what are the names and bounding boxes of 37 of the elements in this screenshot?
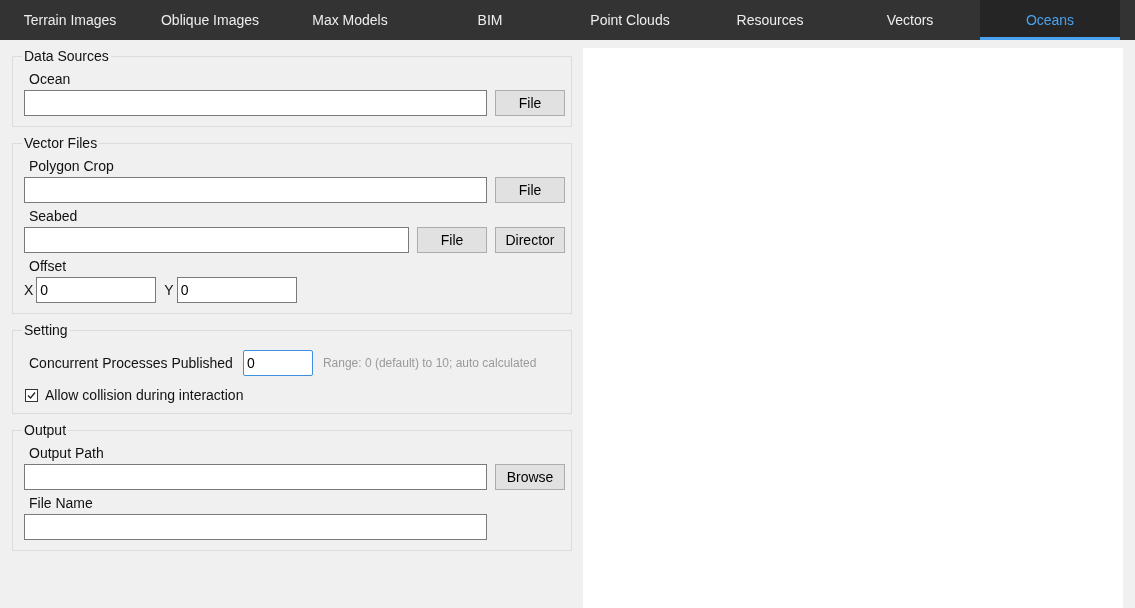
group-title: Setting <box>23 322 69 338</box>
axis-label: X <box>24 282 34 298</box>
field-label: Concurrent Processes Published <box>29 355 233 371</box>
tab[interactable]: Oceans <box>980 0 1120 40</box>
tab[interactable]: BIM <box>420 0 560 40</box>
input-field[interactable] <box>24 514 487 540</box>
field-label: Ocean <box>28 70 72 89</box>
tab[interactable]: Point Clouds <box>560 0 700 40</box>
tab[interactable]: Max Models <box>280 0 420 40</box>
axis-label: Y <box>164 282 174 298</box>
input-field[interactable] <box>24 227 409 253</box>
field-label: Polygon Crop <box>28 157 115 176</box>
tab[interactable]: Vectors <box>840 0 980 40</box>
input-field[interactable] <box>24 90 487 116</box>
hint-text: Range: 0 (default) to 10; auto calculated <box>322 356 537 370</box>
group-title: Output <box>23 422 68 438</box>
file-button[interactable]: Browse <box>495 464 565 490</box>
tab[interactable]: Oblique Images <box>140 0 280 40</box>
file-button[interactable]: Director <box>495 227 565 253</box>
group-title: Vector Files <box>23 135 99 151</box>
field-label: Offset <box>28 257 68 276</box>
number-field[interactable]: 0 <box>242 350 313 376</box>
field-label: File Name <box>28 494 94 513</box>
input-field[interactable]: 0 <box>36 277 157 303</box>
file-button[interactable]: File <box>417 227 487 253</box>
tab[interactable]: Terrain Images <box>0 0 140 40</box>
field-label: Output Path <box>28 444 105 463</box>
checkbox-label: Allow collision during interaction <box>45 387 244 403</box>
field-label: Seabed <box>28 207 79 226</box>
input-field[interactable]: 0 <box>176 277 297 303</box>
input-field[interactable] <box>24 177 487 203</box>
file-button[interactable]: File <box>495 177 565 203</box>
input-field[interactable] <box>24 464 487 490</box>
checkbox[interactable] <box>25 388 38 402</box>
file-button[interactable]: File <box>495 90 565 116</box>
tab[interactable]: Resources <box>700 0 840 40</box>
group-title: Data Sources <box>23 48 110 64</box>
